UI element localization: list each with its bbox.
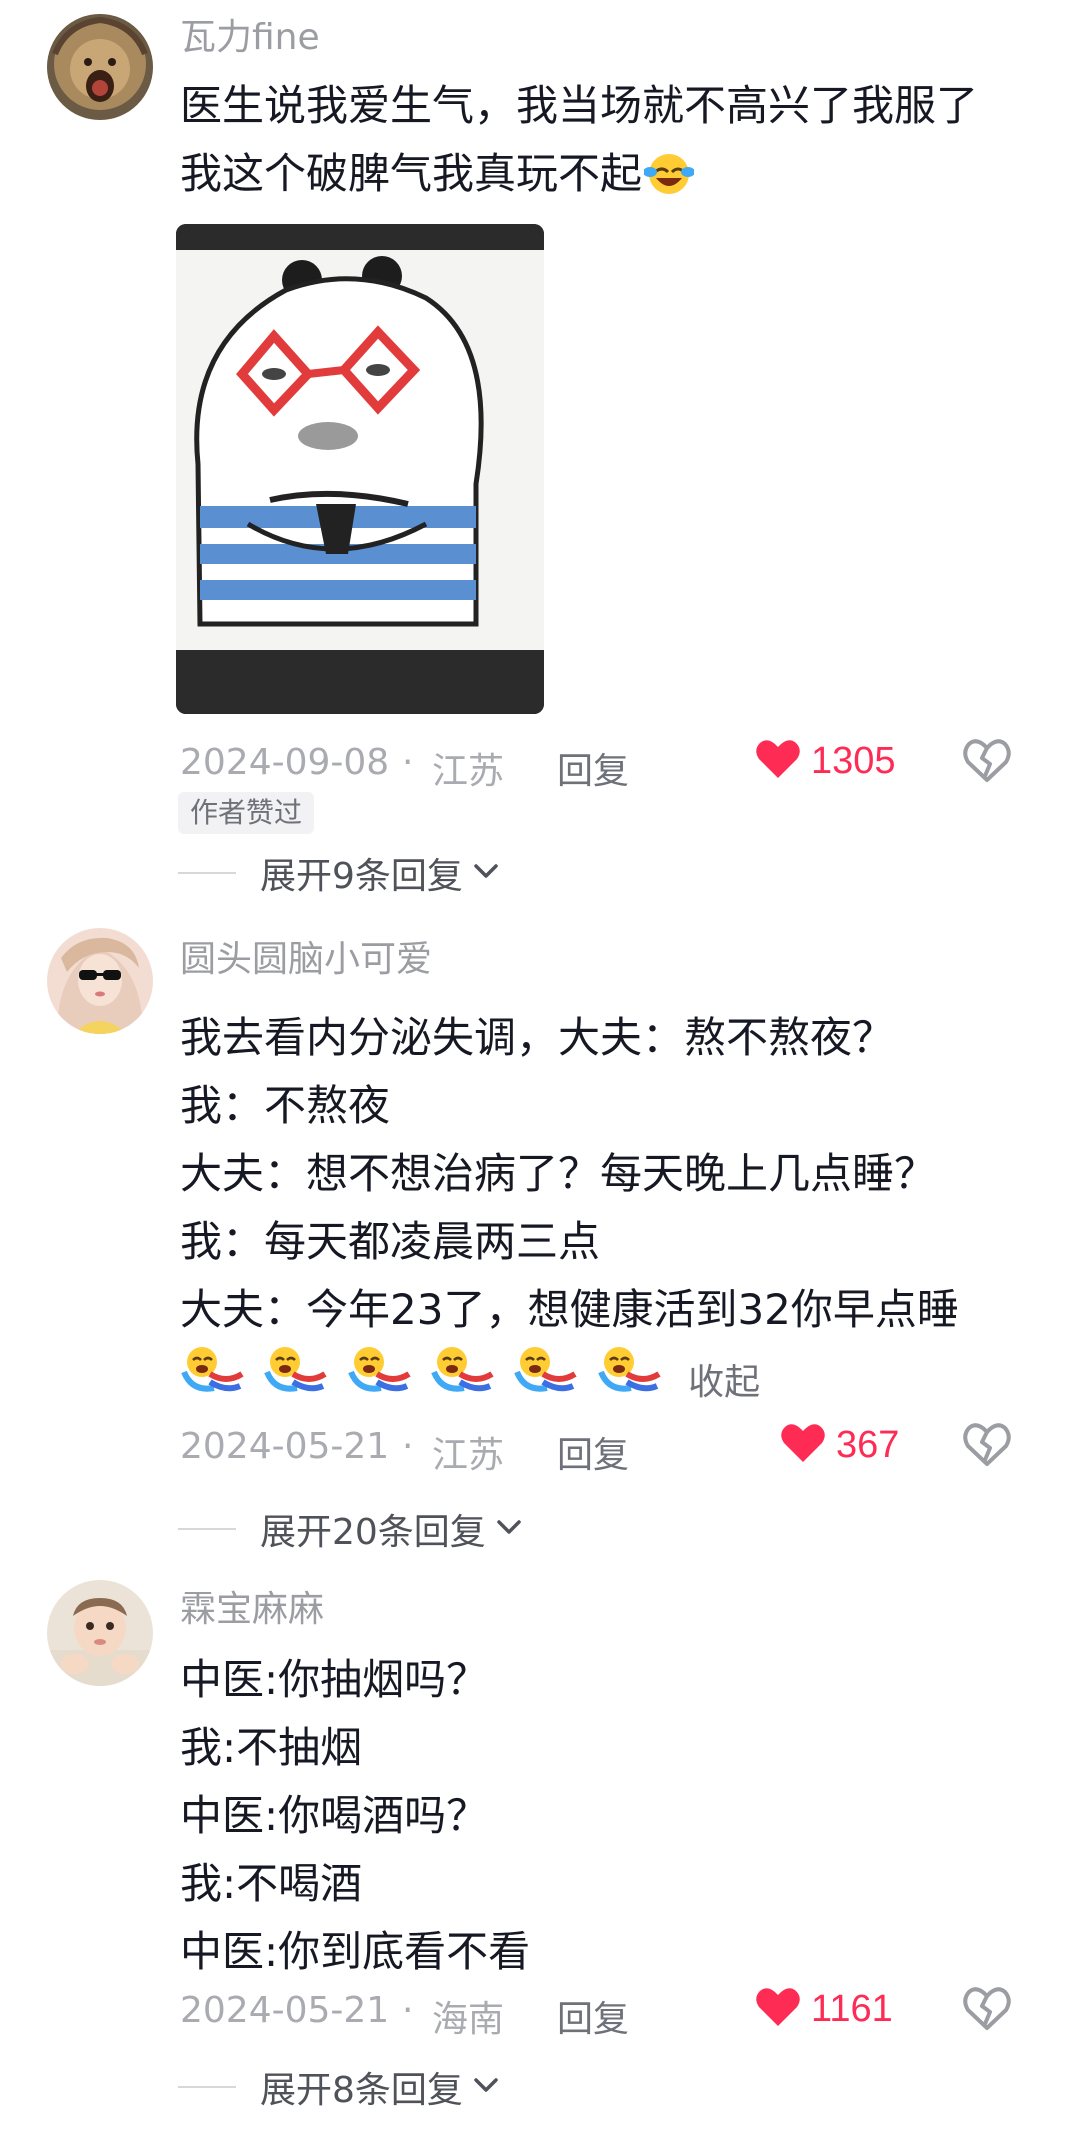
divider-dash	[178, 2086, 236, 2088]
comment-location: 海南	[432, 1999, 505, 2040]
reply-button[interactable]: 回复	[557, 1990, 629, 2042]
broken-heart-icon[interactable]	[962, 1420, 1012, 1470]
broken-heart-icon[interactable]	[962, 736, 1012, 786]
divider-dash	[178, 1528, 236, 1530]
rolling-crying-emoji-icon	[597, 1347, 663, 1404]
collapse-button[interactable]: 收起	[688, 1362, 760, 1403]
expand-replies-button[interactable]: 展开8条回复	[178, 2062, 501, 2112]
comment-line: 我：每天都凌晨两三点	[180, 1217, 601, 1266]
comment-meta: 2024-05-21 · 江苏 回复 367	[180, 1418, 1040, 1476]
emoji-row: 收起	[180, 1344, 1040, 1417]
separator-dot: ·	[402, 1426, 414, 1467]
username[interactable]: 霖宝麻麻	[180, 1588, 324, 1632]
comment-date: 2024-05-21	[180, 1990, 390, 2031]
rolling-crying-emoji-icon	[513, 1347, 579, 1404]
divider-dash	[178, 872, 236, 874]
comment-line: 中医:你喝酒吗？	[180, 1791, 489, 1840]
laughing-crying-emoji-icon	[643, 148, 696, 216]
separator-dot: ·	[402, 742, 414, 783]
like-count: 1161	[811, 1987, 893, 2030]
like-button[interactable]: 1161	[755, 1984, 893, 2034]
comment-line: 医生说我爱生气，我当场就不高兴了我服了	[180, 81, 979, 130]
comment-text: 医生说我爱生气，我当场就不高兴了我服了 我这个破脾气我真玩不起	[180, 72, 1040, 216]
expand-replies-label: 展开8条回复	[260, 2070, 463, 2111]
comment-date: 2024-05-21	[180, 1426, 390, 1467]
rolling-crying-emoji-icon	[263, 1347, 329, 1404]
comment-line: 大夫：想不想治病了？每天晚上几点睡？	[180, 1149, 937, 1198]
chevron-down-icon	[471, 2075, 501, 2099]
comment-location: 江苏	[432, 751, 505, 792]
username[interactable]: 圆头圆脑小可爱	[180, 938, 432, 982]
broken-heart-icon[interactable]	[962, 1984, 1012, 2034]
expand-replies-label: 展开9条回复	[260, 856, 463, 897]
like-count: 1305	[811, 739, 896, 782]
rolling-crying-emoji-icon	[347, 1347, 413, 1404]
comment-meta: 2024-09-08 · 江苏 回复 1305	[180, 734, 1040, 792]
like-button[interactable]: 367	[780, 1420, 899, 1470]
author-liked-badge: 作者赞过	[178, 792, 315, 834]
reply-button[interactable]: 回复	[557, 1426, 629, 1478]
comment-line: 中医:你到底看不看	[180, 1927, 531, 1976]
separator-dot: ·	[402, 1990, 414, 2031]
comment-date: 2024-09-08	[180, 742, 390, 783]
avatar[interactable]	[47, 1580, 153, 1686]
reply-button[interactable]: 回复	[557, 742, 629, 794]
rolling-crying-emoji-icon	[180, 1347, 246, 1404]
rolling-crying-emoji-icon	[430, 1347, 496, 1404]
heart-icon	[755, 1986, 801, 2032]
avatar[interactable]	[47, 928, 153, 1034]
chevron-down-icon	[494, 1517, 524, 1541]
like-button[interactable]: 1305	[755, 736, 896, 786]
comment-text: 我去看内分泌失调，大夫：熬不熬夜？ 我：不熬夜 大夫：想不想治病了？每天晚上几点…	[180, 1004, 1040, 1417]
heart-icon	[755, 738, 801, 784]
comment-meta: 2024-05-21 · 海南 回复 1161	[180, 1982, 1040, 2040]
comment-line: 我:不抽烟	[180, 1723, 363, 1772]
comment-line: 我:不喝酒	[180, 1859, 363, 1908]
avatar[interactable]	[47, 14, 153, 120]
comment-line: 我这个破脾气我真玩不起	[180, 140, 1040, 216]
expand-replies-label: 展开20条回复	[260, 1512, 486, 1553]
like-count: 367	[836, 1423, 900, 1466]
comment-line: 我去看内分泌失调，大夫：熬不熬夜？	[180, 1013, 895, 1062]
comment-text: 中医:你抽烟吗？ 我:不抽烟 中医:你喝酒吗？ 我:不喝酒 中医:你到底看不看	[180, 1646, 1040, 1986]
comment-line-text: 我这个破脾气我真玩不起	[180, 149, 643, 198]
username[interactable]: 瓦力fine	[180, 16, 320, 60]
heart-icon	[780, 1422, 826, 1468]
comment-line: 中医:你抽烟吗？	[180, 1655, 489, 1704]
comment-location: 江苏	[432, 1435, 505, 1476]
chevron-down-icon	[471, 861, 501, 885]
expand-replies-button[interactable]: 展开20条回复	[178, 1504, 524, 1554]
expand-replies-button[interactable]: 展开9条回复	[178, 848, 501, 898]
comment-line: 大夫：今年23了，想健康活到32你早点睡	[180, 1285, 959, 1334]
sticker-image[interactable]	[176, 224, 544, 714]
comment-line: 我：不熬夜	[180, 1081, 391, 1130]
